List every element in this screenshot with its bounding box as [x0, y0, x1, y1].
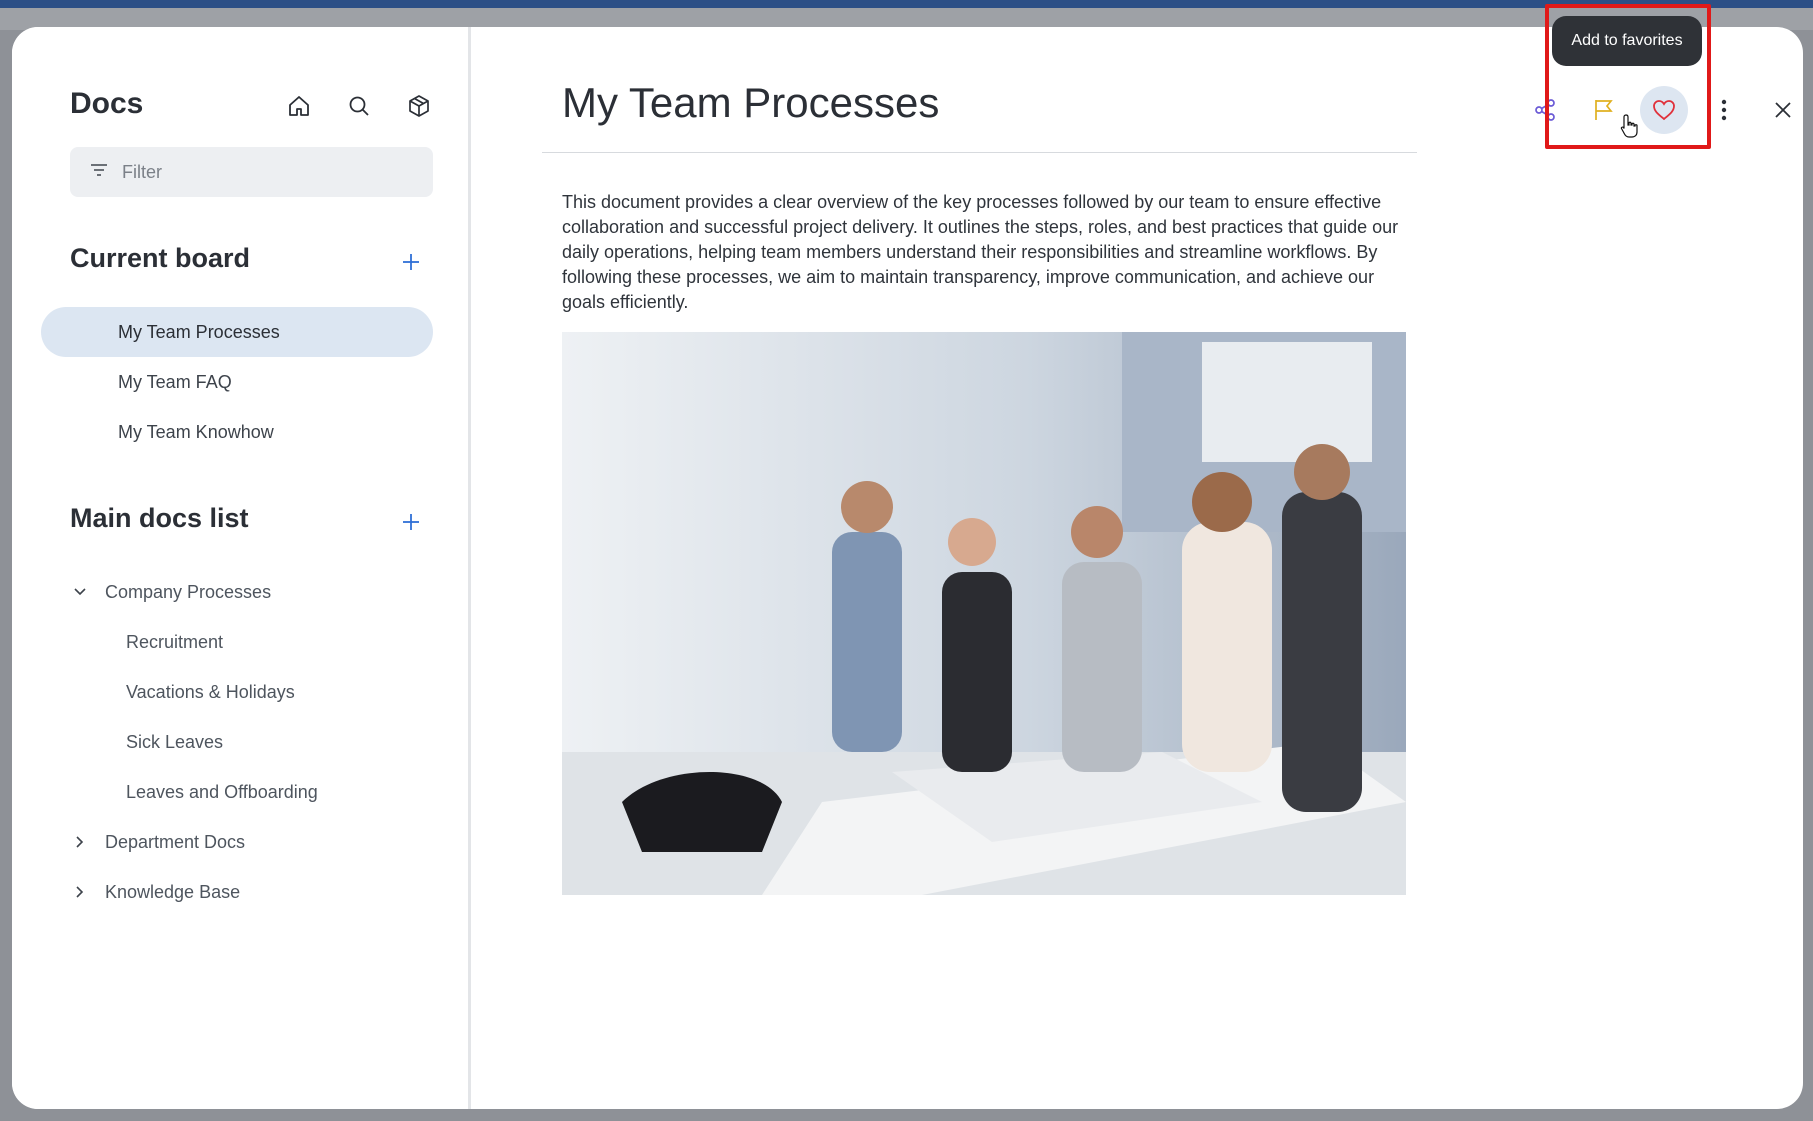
- tree-item-leaves-offboarding[interactable]: Leaves and Offboarding: [126, 772, 318, 812]
- current-board-title: Current board: [70, 243, 251, 273]
- close-button[interactable]: [1759, 86, 1803, 134]
- tree-item-recruitment[interactable]: Recruitment: [126, 622, 223, 662]
- board-item-label: My Team FAQ: [118, 371, 232, 392]
- document-view: My Team Processes This document provides…: [474, 27, 1803, 1109]
- sidebar-header: Docs: [70, 83, 440, 133]
- home-icon[interactable]: [284, 91, 314, 121]
- board-item-label: My Team Processes: [118, 321, 280, 342]
- close-icon: [1775, 102, 1791, 118]
- tree-item-department-docs[interactable]: Department Docs: [105, 822, 245, 862]
- board-item-my-team-knowhow[interactable]: My Team Knowhow: [41, 407, 433, 457]
- chevron-right-icon[interactable]: [70, 882, 90, 902]
- cube-icon[interactable]: [404, 91, 434, 121]
- page-title: My Team Processes: [562, 79, 940, 126]
- add-main-doc-button[interactable]: [396, 507, 426, 537]
- main-docs-title: Main docs list: [70, 503, 249, 533]
- hand-cursor-icon: [1620, 114, 1638, 138]
- docs-modal: Docs Filter Current board My Team Proces…: [12, 27, 1803, 1109]
- board-item-label: My Team Knowhow: [118, 421, 274, 442]
- document-body: This document provides a clear overview …: [562, 192, 1399, 312]
- tree-item-sick-leaves[interactable]: Sick Leaves: [126, 722, 223, 762]
- app-title: Docs: [70, 87, 144, 120]
- filter-field[interactable]: [70, 147, 433, 197]
- docs-sidebar: Docs Filter Current board My Team Proces…: [12, 27, 471, 1109]
- tree-item-company-processes[interactable]: Company Processes: [105, 572, 271, 612]
- board-item-my-team-processes[interactable]: My Team Processes: [41, 307, 433, 357]
- document-image: [562, 332, 1406, 895]
- board-item-my-team-faq[interactable]: My Team FAQ: [41, 357, 433, 407]
- add-current-board-doc-button[interactable]: [396, 247, 426, 277]
- filter-icon: [90, 163, 108, 182]
- more-vertical-icon: [1721, 99, 1727, 121]
- chevron-down-icon[interactable]: [70, 582, 90, 602]
- title-divider: [542, 152, 1417, 153]
- tree-item-knowledge-base[interactable]: Knowledge Base: [105, 872, 240, 912]
- backdrop-app-bar: [0, 0, 1813, 8]
- filter-input[interactable]: [122, 161, 412, 183]
- search-icon[interactable]: [344, 91, 374, 121]
- tree-item-vacations-holidays[interactable]: Vacations & Holidays: [126, 672, 295, 712]
- chevron-right-icon[interactable]: [70, 832, 90, 852]
